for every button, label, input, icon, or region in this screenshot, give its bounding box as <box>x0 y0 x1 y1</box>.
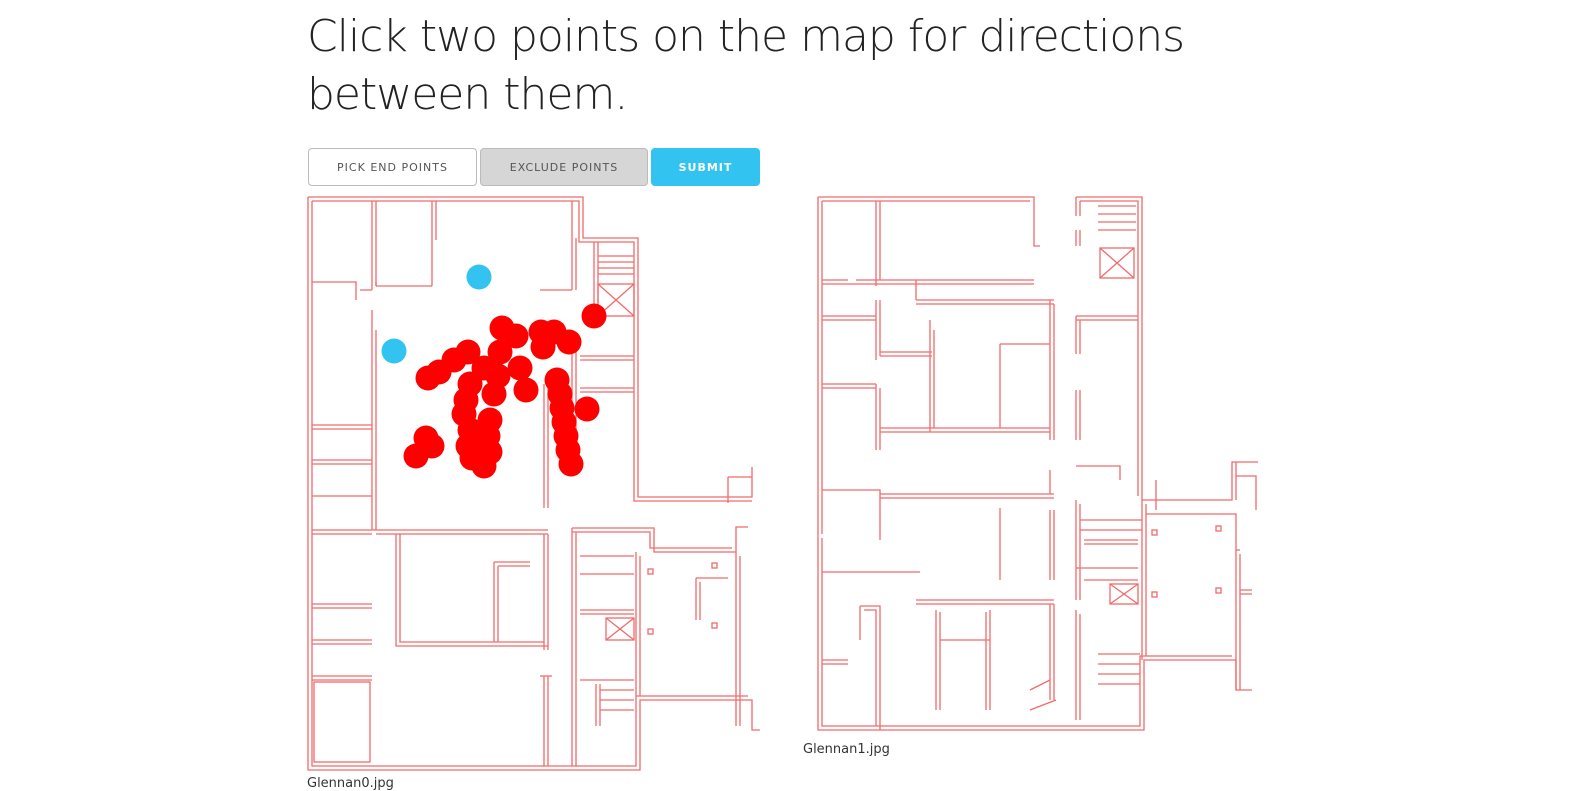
excluded-point-marker <box>471 453 497 479</box>
excluded-point-marker <box>574 396 600 422</box>
floor-plan-walls <box>817 196 1258 731</box>
excluded-point-marker <box>507 355 533 381</box>
floor-map-1[interactable] <box>800 190 1265 735</box>
endpoint-marker-start <box>466 264 492 290</box>
excluded-point-marker <box>481 381 507 407</box>
pick-end-points-button[interactable]: Pick End Points <box>308 148 477 186</box>
excluded-point-marker <box>415 365 441 391</box>
excluded-point-marker <box>530 334 556 360</box>
floor-plan-walls <box>307 196 760 771</box>
excluded-point-marker <box>403 443 429 469</box>
endpoint-marker-end <box>381 338 407 364</box>
map-caption-0: Glennan0.jpg <box>307 776 394 791</box>
submit-button[interactable]: Submit <box>651 148 760 186</box>
excluded-point-marker <box>513 377 539 403</box>
excluded-point-marker <box>558 451 584 477</box>
map-caption-1: Glennan1.jpg <box>803 742 890 757</box>
excluded-point-marker <box>581 303 607 329</box>
excluded-point-marker <box>556 329 582 355</box>
exclude-points-button[interactable]: Exclude Points <box>480 148 648 186</box>
floor-map-0[interactable] <box>300 190 770 780</box>
page-title: Click two points on the map for directio… <box>307 11 1185 120</box>
